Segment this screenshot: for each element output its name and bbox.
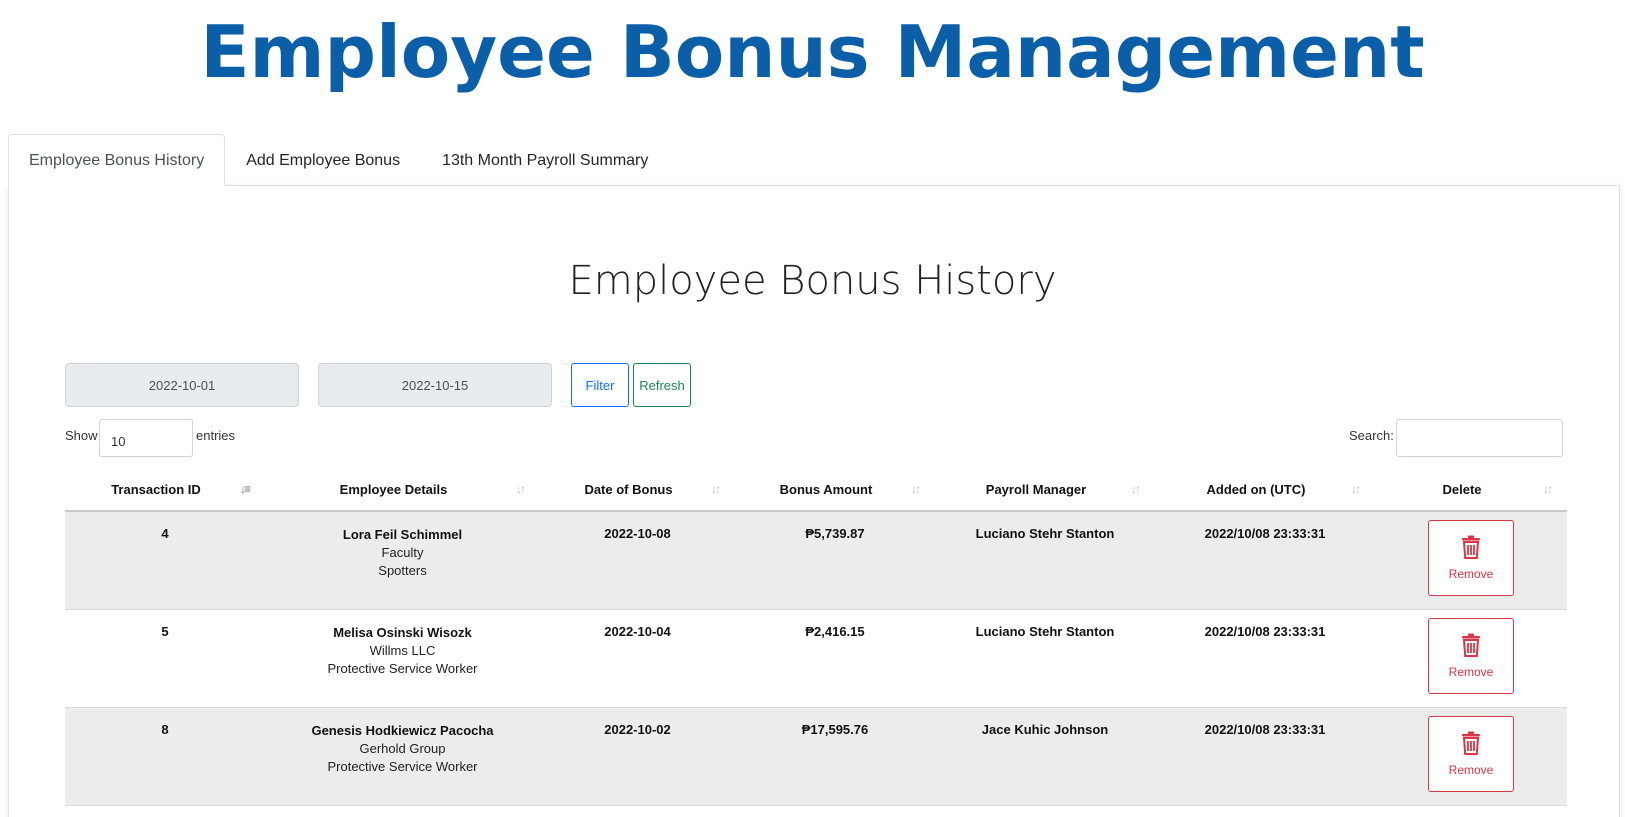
transaction-id-cell: 4	[65, 511, 265, 610]
app-title: Employee Bonus Management	[200, 10, 1425, 94]
filter-button[interactable]: Filter	[571, 363, 629, 407]
entries-per-page-input[interactable]: 10	[99, 419, 193, 457]
sort-numeric-down-icon: ↓≡	[239, 482, 251, 496]
tab-divider	[8, 185, 1620, 186]
employee-name: Lora Feil Schimmel	[342, 527, 463, 542]
table-header-row: Transaction ID ↓≡ Employee Details ↓↑ Date…	[65, 468, 1567, 512]
column-header-label: Transaction ID	[111, 481, 201, 497]
remove-button[interactable]: Remove	[1428, 617, 1514, 694]
sort-arrows-icon: ↓↑	[516, 482, 526, 496]
bonus-amount-cell: ₱5,739.87	[735, 511, 935, 610]
delete-cell: Remove	[1375, 609, 1567, 708]
search-input[interactable]	[1396, 419, 1563, 457]
column-header-label: Employee Details	[339, 481, 448, 497]
employee-position: Protective Service Worker	[327, 758, 478, 774]
sort-arrows-icon: ↓↑	[1351, 482, 1361, 496]
employee-company: Faculty	[381, 545, 424, 560]
tab-employee-bonus-history[interactable]: Employee Bonus History	[8, 134, 226, 186]
added-on-cell: 2022/10/08 23:33:31	[1155, 609, 1375, 708]
remove-button[interactable]: Remove	[1428, 715, 1514, 792]
remove-button[interactable]: Remove	[1428, 520, 1514, 596]
bonus-amount-cell: ₱17,595.76	[735, 707, 935, 806]
table-row: 5 Melisa Osinski Wisozk Willms LLC Prote…	[65, 609, 1567, 708]
sort-arrows-icon: ↓↑	[911, 482, 921, 496]
employee-details-cell: Melisa Osinski Wisozk Willms LLC Protect…	[265, 609, 540, 708]
column-header-transaction-id[interactable]: Transaction ID ↓≡	[65, 468, 265, 512]
delete-cell: Remove	[1375, 511, 1567, 610]
payroll-manager-cell: Luciano Stehr Stanton	[935, 511, 1155, 610]
remove-label: Remove	[1448, 664, 1494, 679]
payroll-manager-cell: Luciano Stehr Stanton	[935, 609, 1155, 708]
table-row: 4 Lora Feil Schimmel Faculty Spotters 20…	[65, 511, 1567, 610]
trash-icon	[1462, 731, 1480, 755]
tab-bar: Employee Bonus History Add Employee Bonu…	[8, 134, 669, 186]
employee-details-cell: Genesis Hodkiewicz Pacocha Gerhold Group…	[265, 707, 540, 806]
employee-position: Spotters	[378, 563, 427, 578]
trash-icon	[1462, 535, 1480, 559]
column-header-date-of-bonus[interactable]: Date of Bonus ↓↑	[540, 468, 735, 512]
employee-details-cell: Lora Feil Schimmel Faculty Spotters	[265, 511, 540, 610]
table-row: 8 Genesis Hodkiewicz Pacocha Gerhold Gro…	[65, 707, 1567, 806]
employee-name: Melisa Osinski Wisozk	[333, 624, 472, 640]
employee-company: Gerhold Group	[359, 740, 446, 756]
date-from-input[interactable]: 2022-10-01	[65, 363, 299, 407]
employee-company: Willms LLC	[369, 642, 436, 658]
show-label: Show	[65, 428, 98, 443]
date-of-bonus-cell: 2022-10-02	[540, 707, 735, 806]
column-header-bonus-amount[interactable]: Bonus Amount ↓↑	[735, 468, 935, 512]
date-of-bonus-cell: 2022-10-08	[540, 511, 735, 610]
column-header-label: Date of Bonus	[584, 481, 673, 497]
added-on-cell: 2022/10/08 23:33:31	[1155, 511, 1375, 610]
entries-label: entries	[196, 428, 236, 443]
column-header-payroll-manager[interactable]: Payroll Manager ↓↑	[935, 468, 1155, 512]
search-label: Search:	[1349, 428, 1394, 443]
column-header-label: Delete	[1442, 481, 1482, 497]
column-header-label: Payroll Manager	[985, 481, 1087, 497]
column-header-added-on[interactable]: Added on (UTC) ↓↑	[1155, 468, 1375, 512]
bonus-history-table: Transaction ID ↓≡ Employee Details ↓↑ Date…	[65, 468, 1567, 806]
added-on-cell: 2022/10/08 23:33:31	[1155, 707, 1375, 806]
column-header-label: Added on (UTC)	[1206, 481, 1306, 497]
column-header-label: Bonus Amount	[779, 481, 873, 497]
sort-arrows-icon: ↓↑	[1131, 482, 1141, 496]
date-of-bonus-cell: 2022-10-04	[540, 609, 735, 708]
tab-13th-month-payroll-summary[interactable]: 13th Month Payroll Summary	[421, 134, 669, 186]
column-header-delete[interactable]: Delete ↓↑	[1375, 468, 1567, 512]
payroll-manager-cell: Jace Kuhic Johnson	[935, 707, 1155, 806]
transaction-id-cell: 8	[65, 707, 265, 806]
transaction-id-cell: 5	[65, 609, 265, 708]
tab-add-employee-bonus[interactable]: Add Employee Bonus	[225, 134, 421, 186]
delete-cell: Remove	[1375, 707, 1567, 806]
employee-position: Protective Service Worker	[327, 660, 478, 676]
bonus-amount-cell: ₱2,416.15	[735, 609, 935, 708]
trash-icon	[1462, 633, 1480, 657]
refresh-button[interactable]: Refresh	[633, 363, 691, 407]
date-to-input[interactable]: 2022-10-15	[318, 363, 552, 407]
employee-name: Genesis Hodkiewicz Pacocha	[311, 722, 494, 738]
remove-label: Remove	[1448, 567, 1494, 581]
sort-arrows-icon: ↓↑	[711, 482, 721, 496]
column-header-employee-details[interactable]: Employee Details ↓↑	[265, 468, 540, 512]
remove-label: Remove	[1448, 762, 1494, 777]
sort-arrows-icon: ↓↑	[1543, 482, 1553, 496]
section-title: Employee Bonus History	[568, 258, 1057, 304]
